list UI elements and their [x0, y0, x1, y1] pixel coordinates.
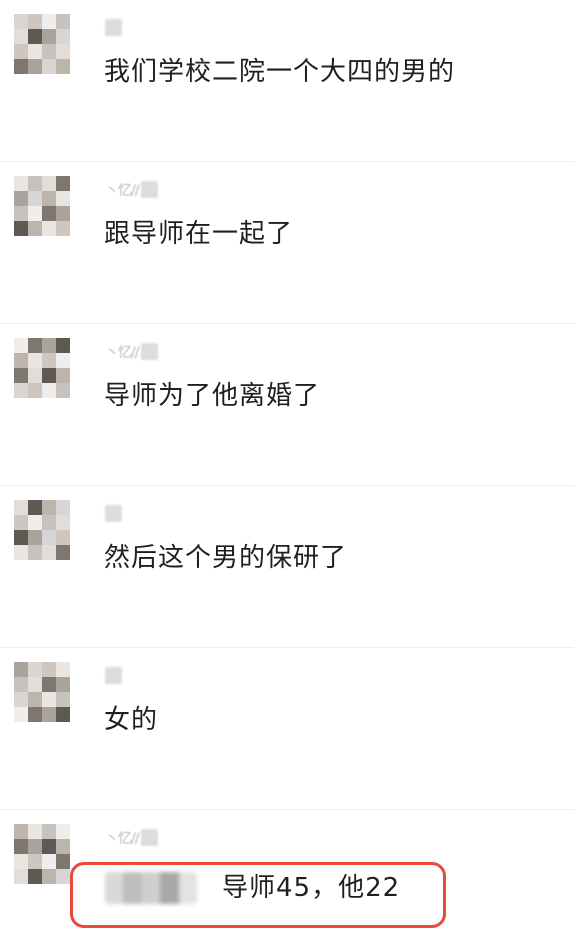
sender-name-blurred: 丶忆// [105, 338, 159, 360]
sender-avatar-icon[interactable] [14, 338, 70, 398]
message-text: 女的 [104, 705, 159, 735]
sender-avatar-icon[interactable] [14, 824, 70, 884]
sender-name-blurred: 丶忆// [105, 176, 159, 198]
chat-thread: 我们学校二院一个大四的男的 丶忆// 跟导师在一起了 丶忆// 导师为了他离婚了… [0, 0, 574, 950]
message-text: 跟导师在一起了 [104, 219, 294, 249]
sender-name-blurred [105, 500, 122, 522]
chat-message: 女的 [0, 648, 574, 810]
sender-avatar-icon[interactable] [14, 176, 70, 236]
blurred-text-fragment [105, 872, 197, 904]
message-text: 然后这个男的保研了 [104, 543, 348, 573]
sender-name-blurred [105, 14, 122, 36]
chat-message: 丶忆// 跟导师在一起了 [0, 162, 574, 324]
sender-avatar-icon[interactable] [14, 14, 70, 74]
message-text: 我们学校二院一个大四的男的 [104, 57, 456, 87]
sender-name-blurred [105, 662, 122, 684]
message-text-highlighted: 导师45，他22 [222, 873, 401, 903]
chat-message: 然后这个男的保研了 [0, 486, 574, 648]
chat-message: 我们学校二院一个大四的男的 [0, 0, 574, 162]
sender-avatar-icon[interactable] [14, 500, 70, 560]
message-text: 导师为了他离婚了 [104, 381, 321, 411]
sender-name-blurred: 丶忆// [105, 824, 159, 846]
chat-message: 丶忆// 导师为了他离婚了 [0, 324, 574, 486]
sender-avatar-icon[interactable] [14, 662, 70, 722]
